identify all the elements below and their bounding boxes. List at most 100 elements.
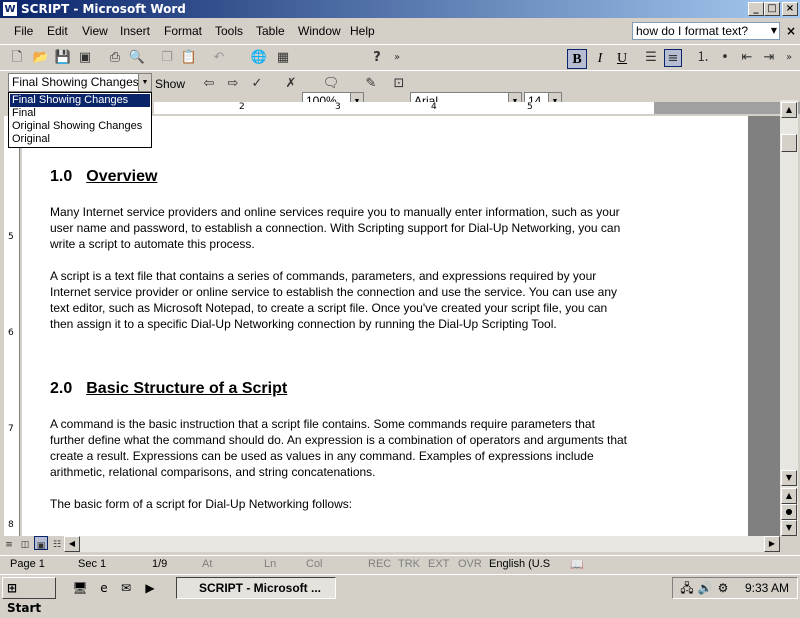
- reject-change-icon[interactable]: ✗: [282, 75, 300, 93]
- menu-table[interactable]: Table: [256, 24, 285, 38]
- italic-button[interactable]: I: [590, 49, 610, 69]
- ruler-number: 5: [527, 102, 533, 112]
- heading-title: Overview: [86, 168, 158, 185]
- menu-help[interactable]: Help: [350, 24, 375, 38]
- print-icon[interactable]: ⎙: [106, 49, 124, 67]
- print-layout-icon[interactable]: ▣: [34, 536, 48, 551]
- option-original-showing-changes[interactable]: Original Showing Changes: [10, 120, 150, 133]
- center-icon[interactable]: ≡: [664, 49, 682, 67]
- numbering-icon[interactable]: ⒈: [694, 49, 712, 67]
- status-rec[interactable]: REC: [368, 558, 391, 570]
- ask-dropdown-arrow-icon[interactable]: ▼: [768, 23, 780, 39]
- vertical-scrollbar[interactable]: ▲ ▼ ▲ ● ▼: [780, 100, 798, 536]
- status-ovr[interactable]: OVR: [458, 558, 482, 570]
- normal-view-icon[interactable]: ≡: [2, 536, 16, 550]
- display-dropdown-icon[interactable]: ▼: [138, 74, 151, 91]
- undo-icon[interactable]: ↶: [210, 49, 228, 67]
- decrease-indent-icon[interactable]: ⇤: [738, 49, 756, 67]
- menu-format[interactable]: Format: [164, 24, 202, 38]
- scroll-thumb[interactable]: [781, 134, 797, 152]
- window-title: SCRIPT - Microsoft Word: [21, 2, 186, 16]
- menu-insert[interactable]: Insert: [120, 24, 150, 38]
- menu-edit[interactable]: Edit: [47, 24, 68, 38]
- vruler-number: 8: [8, 520, 14, 530]
- option-original[interactable]: Original: [10, 133, 150, 146]
- scroll-down-icon[interactable]: ▼: [781, 470, 797, 486]
- align-left-icon[interactable]: ☰: [642, 49, 660, 67]
- insert-comment-icon[interactable]: 🗨: [322, 75, 340, 93]
- menu-view[interactable]: View: [82, 24, 108, 38]
- menu-file[interactable]: File: [14, 24, 33, 38]
- status-col: Col: [306, 558, 323, 570]
- bullets-icon[interactable]: •: [716, 49, 734, 67]
- windows-logo-icon: ⊞: [7, 581, 18, 595]
- vertical-ruler[interactable]: 5 6 7 8: [4, 116, 20, 536]
- clock[interactable]: 9:33 AM: [745, 581, 789, 595]
- paragraph: Many Internet service providers and onli…: [50, 205, 621, 251]
- previous-page-icon[interactable]: ▲: [781, 488, 797, 504]
- toolbar-options-icon[interactable]: »: [780, 49, 798, 67]
- standard-toolbar: 🗋 📂 💾 ▣ ⎙ 🔍 ❐ 📋 ↶ 🌐 ▦ 100% ▼ ? » Arial ▼…: [0, 44, 800, 111]
- paste-icon[interactable]: 📋: [180, 49, 198, 67]
- document-close-icon[interactable]: ×: [785, 24, 797, 38]
- outlook-icon[interactable]: ✉: [118, 580, 134, 596]
- show-desktop-icon[interactable]: 🖥: [72, 580, 88, 596]
- increase-indent-icon[interactable]: ⇥: [760, 49, 778, 67]
- volume-icon[interactable]: 🔊: [697, 580, 713, 596]
- track-changes-icon[interactable]: ✎: [362, 75, 380, 93]
- option-final[interactable]: Final: [10, 107, 150, 120]
- table-icon[interactable]: ▦: [274, 49, 292, 67]
- minimize-button[interactable]: _: [748, 2, 764, 16]
- menu-tools[interactable]: Tools: [215, 24, 243, 38]
- status-page: Page 1: [10, 558, 45, 570]
- toolbar-options-icon[interactable]: »: [388, 49, 406, 67]
- bold-button[interactable]: B: [567, 49, 587, 69]
- save-icon[interactable]: 💾: [54, 49, 72, 67]
- new-document-icon[interactable]: 🗋: [8, 49, 26, 67]
- media-player-icon[interactable]: ▶: [142, 580, 158, 596]
- status-at: At: [202, 558, 213, 570]
- select-browse-object-icon[interactable]: ●: [781, 504, 797, 520]
- vruler-number: 7: [8, 424, 14, 434]
- option-final-showing-changes[interactable]: Final Showing Changes: [10, 94, 150, 107]
- status-ext[interactable]: EXT: [428, 558, 449, 570]
- tray-app-icon[interactable]: ⚙: [715, 580, 731, 596]
- outline-view-icon[interactable]: ☷: [50, 536, 64, 550]
- document-page[interactable]: 1.0 Overview Many Internet service provid…: [22, 116, 748, 536]
- close-button[interactable]: ×: [782, 2, 798, 16]
- print-preview-icon[interactable]: 🔍: [128, 49, 146, 67]
- accept-change-icon[interactable]: ✓: [248, 75, 266, 93]
- permission-icon[interactable]: ▣: [76, 49, 94, 67]
- show-menu[interactable]: Show: [155, 77, 185, 91]
- status-trk[interactable]: TRK: [398, 558, 420, 570]
- web-layout-icon[interactable]: ◫: [18, 536, 32, 550]
- title-bar[interactable]: W SCRIPT - Microsoft Word _ □ ×: [0, 0, 800, 18]
- next-page-icon[interactable]: ▼: [781, 520, 797, 536]
- help-icon[interactable]: ?: [368, 49, 386, 67]
- hyperlink-icon[interactable]: 🌐: [250, 49, 268, 67]
- internet-explorer-icon[interactable]: e: [96, 580, 112, 596]
- network-icon[interactable]: 🖧: [679, 580, 695, 596]
- copy-icon[interactable]: ❐: [158, 49, 176, 67]
- previous-change-icon[interactable]: ⇦: [200, 75, 218, 93]
- next-change-icon[interactable]: ⇨: [224, 75, 242, 93]
- horizontal-scrollbar[interactable]: ◀ ▶: [64, 536, 780, 552]
- reviewing-pane-icon[interactable]: ⊡: [390, 75, 408, 93]
- heading-basic-structure: 2.0 Basic Structure of a Script: [50, 380, 287, 398]
- start-button[interactable]: ⊞ Start: [2, 577, 56, 615]
- display-for-review-combo[interactable]: Final Showing Changes ▼: [8, 73, 152, 92]
- status-ln: Ln: [264, 558, 277, 570]
- menu-window[interactable]: Window: [298, 24, 341, 38]
- open-icon[interactable]: 📂: [32, 49, 50, 67]
- ask-question-input[interactable]: how do I format text?: [632, 22, 780, 40]
- scroll-up-icon[interactable]: ▲: [781, 102, 797, 118]
- spelling-status-icon[interactable]: 📖: [570, 558, 584, 571]
- ruler-right-margin: [654, 102, 800, 114]
- paragraph: The basic form of a script for Dial-Up N…: [50, 497, 353, 511]
- underline-button[interactable]: U: [612, 49, 632, 69]
- maximize-button[interactable]: □: [764, 2, 780, 16]
- word-icon[interactable]: W: [2, 1, 18, 17]
- scroll-left-icon[interactable]: ◀: [64, 536, 80, 552]
- scroll-right-icon[interactable]: ▶: [764, 536, 780, 552]
- taskbar-word-button[interactable]: SCRIPT - Microsoft ...: [176, 577, 336, 599]
